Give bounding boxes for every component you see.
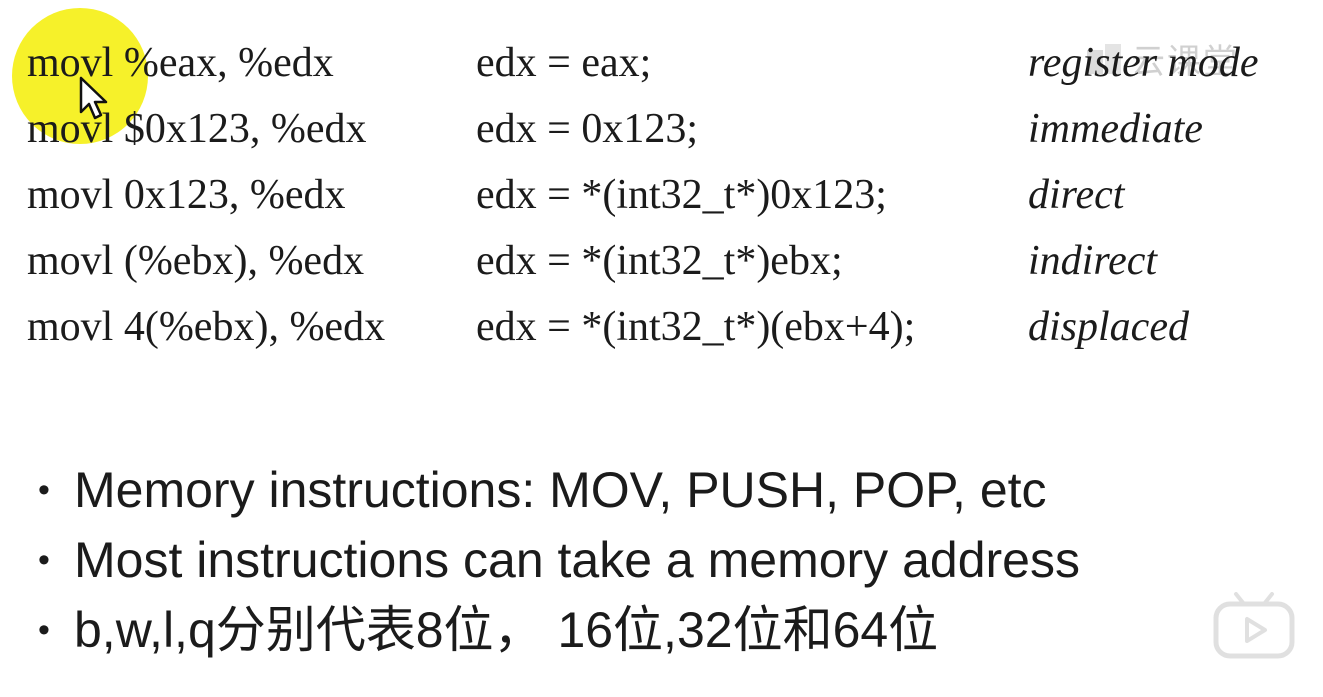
bullet-dot: • <box>38 471 50 509</box>
c-equivalent-cell: edx = eax; <box>476 40 652 86</box>
asm-cell: movl (%ebx), %edx <box>27 238 365 284</box>
asm-cell: movl 4(%ebx), %edx <box>27 304 386 350</box>
addressing-mode-cell: displaced <box>1028 304 1189 350</box>
addressing-mode-cell: immediate <box>1028 106 1203 152</box>
instruction-row: movl %eax, %edx edx = eax; register mode <box>0 30 1323 96</box>
addressing-mode-cell: direct <box>1028 172 1125 218</box>
c-equivalent-cell: edx = *(int32_t*)0x123; <box>476 172 887 218</box>
addressing-mode-cell: indirect <box>1028 238 1158 284</box>
video-player-logo-icon <box>1213 592 1295 659</box>
bullet-item: • b,w,l,q分别代表8位， 16位,32位和64位 <box>0 595 1300 665</box>
instruction-row: movl $0x123, %edx edx = 0x123; immediate <box>0 96 1323 162</box>
slide: 云课堂 movl %eax, %edx edx = eax; register … <box>0 0 1323 697</box>
addressing-mode-cell: register mode <box>1028 40 1259 86</box>
mouse-pointer-icon <box>79 76 108 120</box>
c-equivalent-cell: edx = 0x123; <box>476 106 698 152</box>
asm-cell: movl 0x123, %edx <box>27 172 346 218</box>
bullet-item: • Memory instructions: MOV, PUSH, POP, e… <box>0 455 1300 525</box>
bullet-dot: • <box>38 541 50 579</box>
instruction-row: movl 0x123, %edx edx = *(int32_t*)0x123;… <box>0 162 1323 228</box>
bullet-item: • Most instructions can take a memory ad… <box>0 525 1300 595</box>
bullet-dot: • <box>38 611 50 649</box>
instruction-row: movl (%ebx), %edx edx = *(int32_t*)ebx; … <box>0 228 1323 294</box>
bullet-text: Most instructions can take a memory addr… <box>74 532 1080 588</box>
asm-cell: movl %eax, %edx <box>27 40 334 86</box>
instruction-row: movl 4(%ebx), %edx edx = *(int32_t*)(ebx… <box>0 294 1323 360</box>
bullet-text: b,w,l,q分别代表8位， 16位,32位和64位 <box>74 602 939 658</box>
c-equivalent-cell: edx = *(int32_t*)ebx; <box>476 238 843 284</box>
bullet-text: Memory instructions: MOV, PUSH, POP, etc <box>74 462 1047 518</box>
c-equivalent-cell: edx = *(int32_t*)(ebx+4); <box>476 304 916 350</box>
